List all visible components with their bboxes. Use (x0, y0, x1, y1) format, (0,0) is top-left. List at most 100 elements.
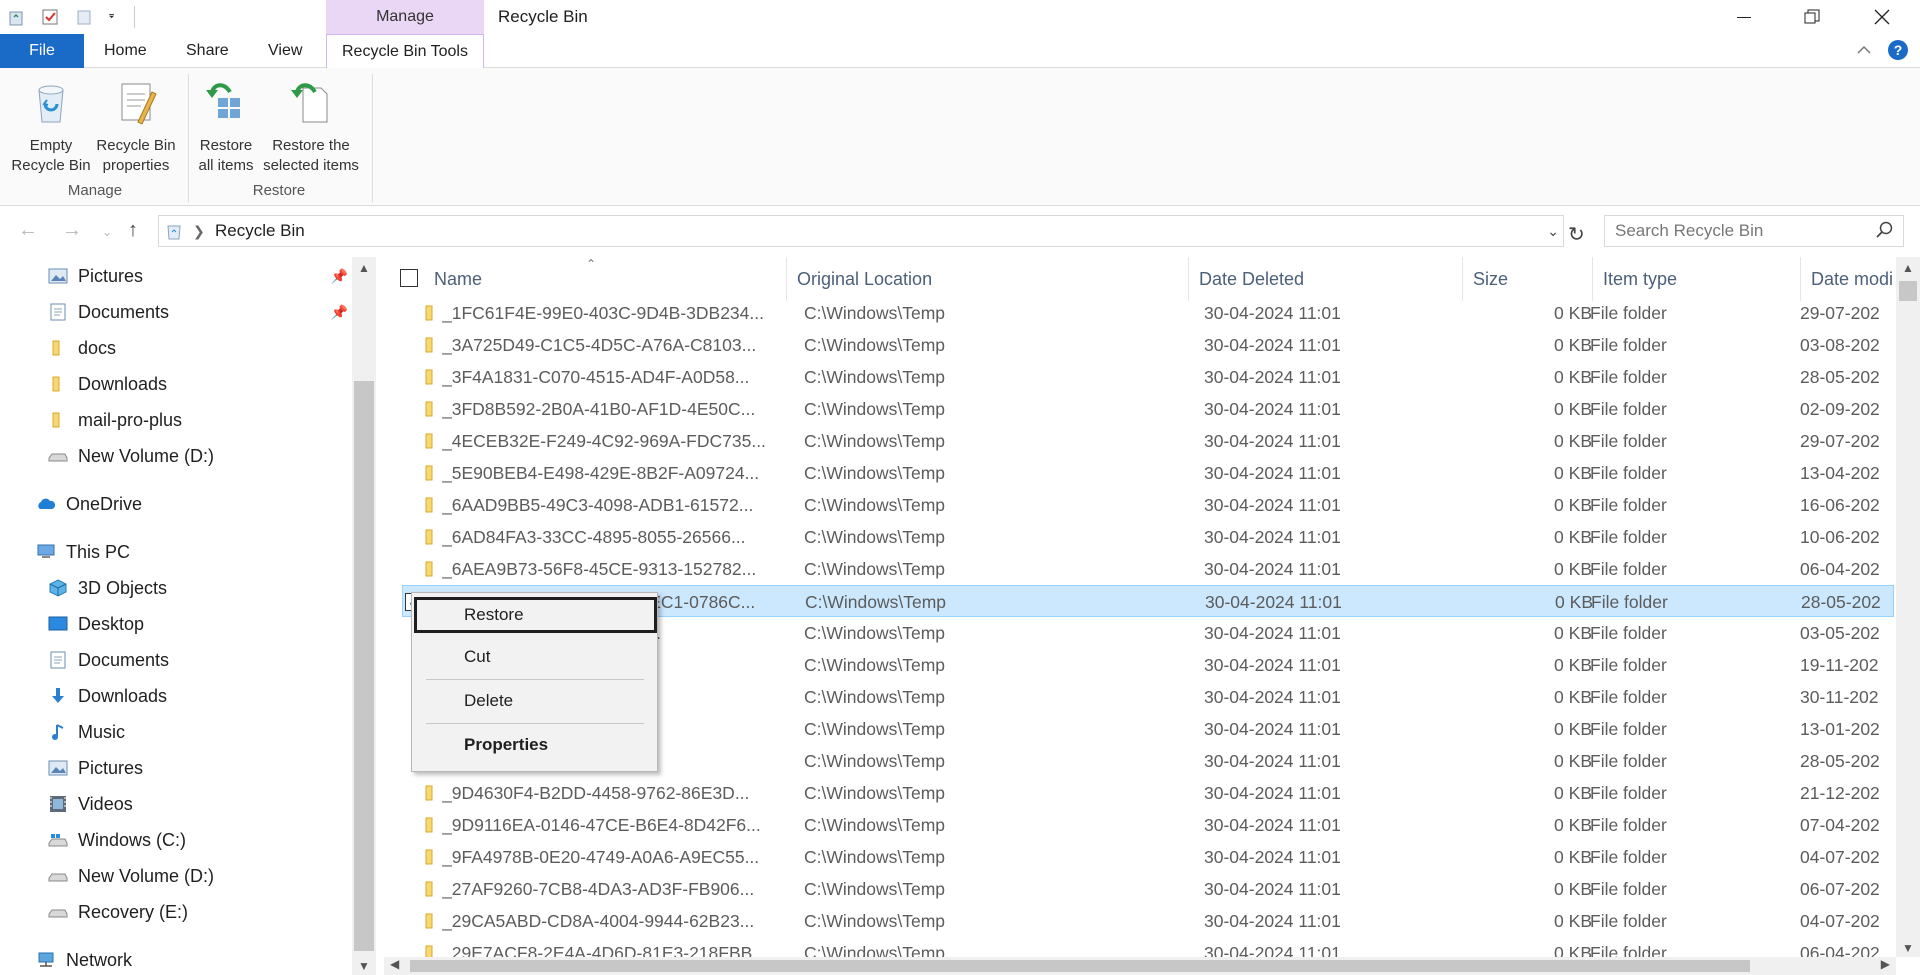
nav-item-new-volume-d-quick[interactable]: New Volume (D:) (48, 439, 378, 473)
table-row[interactable]: _9FA4978B-0E20-4749-A0A6-A9EC55... C:\Win… (402, 841, 1894, 873)
table-row[interactable]: _3F4A1831-C070-4515-AD4F-A0D58... C:\Wind… (402, 361, 1894, 393)
refresh-icon[interactable]: ↻ (1568, 222, 1585, 247)
collapse-ribbon-chevron-icon[interactable] (1856, 44, 1872, 56)
table-row[interactable]: _3A725D49-C1C5-4D5C-A76A-C8103... C:\Wind… (402, 329, 1894, 361)
minimize-button[interactable] (1714, 0, 1774, 34)
nav-item-documents[interactable]: Documents (48, 643, 378, 677)
column-header-item-type[interactable]: Item type (1592, 257, 1800, 301)
restore-selected-items-button[interactable]: Restore the selected items (258, 78, 364, 176)
cell-name: _29CA5ABD-CD8A-4004-9944-62B23... (442, 911, 755, 931)
table-row[interactable]: _1FC61F4E-99E0-403C-9D4B-3DB234... C:\Win… (402, 297, 1894, 329)
table-row[interactable]: _29CA5ABD-CD8A-4004-9944-62B23... C:\Wind… (402, 905, 1894, 937)
nav-item-pictures-pinned[interactable]: Pictures 📌 (48, 259, 352, 293)
recent-locations-chevron-icon[interactable]: ⌄ (102, 225, 112, 239)
nav-item-new-volume-d[interactable]: New Volume (D:) (48, 859, 378, 893)
nav-item-recovery-e[interactable]: Recovery (E:) (48, 895, 378, 929)
scroll-down-arrow-icon[interactable]: ▼ (1902, 941, 1914, 955)
table-row[interactable]: _5E90BEB4-E498-429E-8B2F-A09724... C:\Win… (402, 457, 1894, 489)
close-window-button[interactable] (1852, 0, 1912, 34)
tab-view[interactable]: View (254, 34, 316, 68)
nav-item-windows-c[interactable]: Windows (C:) (48, 823, 378, 857)
breadcrumb-chevron-icon[interactable]: ❯ (193, 216, 205, 246)
forward-arrow-icon[interactable]: → (62, 219, 82, 242)
nav-item-onedrive[interactable]: OneDrive (36, 487, 378, 521)
cell-date-modified: 06-07-202 (1800, 879, 1880, 899)
address-bar[interactable]: ❯ Recycle Bin ⌄ (158, 215, 1564, 247)
scroll-left-arrow-icon[interactable]: ◀ (390, 957, 399, 971)
table-row[interactable]: _9D9116EA-0146-47CE-B6E4-8D42F6... C:\Win… (402, 809, 1894, 841)
cell-original-location: C:\Windows\Temp (805, 592, 947, 612)
nav-item-docs[interactable]: docs (48, 331, 378, 365)
select-all-checkbox[interactable] (400, 269, 418, 287)
pin-icon[interactable]: 📌 (331, 304, 348, 321)
table-row[interactable]: _6AAD9BB5-49C3-4098-ADB1-61572... C:\Wind… (402, 489, 1894, 521)
search-box[interactable]: Search Recycle Bin (1604, 215, 1904, 247)
search-icon (1876, 221, 1893, 238)
properties-check-icon[interactable] (40, 7, 60, 27)
menu-item-delete[interactable]: Delete (414, 683, 657, 719)
column-headers: ⌃ Name Original Location Date Deleted Si… (384, 257, 1894, 301)
up-arrow-icon[interactable]: ↑ (128, 219, 138, 242)
help-icon[interactable]: ? (1888, 40, 1908, 60)
scrollbar-thumb[interactable] (410, 960, 1750, 972)
column-header-name[interactable]: Name (424, 257, 670, 301)
nav-item-videos[interactable]: Videos (48, 787, 378, 821)
nav-item-this-pc[interactable]: This PC (36, 535, 378, 569)
tab-file[interactable]: File (0, 34, 84, 68)
table-row[interactable]: _27AF9260-7CB8-4DA3-AD3F-FB906... C:\Wind… (402, 873, 1894, 905)
menu-item-properties[interactable]: Properties (414, 727, 657, 763)
nav-item-music[interactable]: Music (48, 715, 378, 749)
file-list-horizontal-scrollbar[interactable]: ◀ ▶ (384, 957, 1896, 975)
file-list-scrollbar[interactable]: ▲ ▼ (1896, 257, 1920, 957)
documents-icon (50, 651, 66, 669)
back-arrow-icon[interactable]: ← (18, 219, 38, 242)
column-header-date-deleted[interactable]: Date Deleted (1188, 257, 1454, 301)
recycle-bin-properties-button[interactable]: Recycle Bin properties (92, 78, 180, 176)
restore-all-items-button[interactable]: Restore all items (192, 78, 260, 176)
new-folder-qat-icon[interactable] (74, 7, 94, 27)
scroll-up-arrow-icon[interactable]: ▲ (358, 261, 370, 275)
column-header-original-location[interactable]: Original Location (786, 257, 1188, 301)
nav-item-downloads-folder[interactable]: Downloads (48, 367, 378, 401)
scroll-down-arrow-icon[interactable]: ▼ (358, 959, 370, 973)
cell-name: _1FC61F4E-99E0-403C-9D4B-3DB234... (442, 303, 764, 323)
cell-date-modified: 28-05-202 (1800, 751, 1880, 771)
folder-icon (425, 561, 433, 577)
pin-icon[interactable]: 📌 (331, 268, 348, 285)
folder-icon (425, 945, 433, 957)
breadcrumb-path[interactable]: Recycle Bin (215, 216, 305, 246)
cell-original-location: C:\Windows\Temp (804, 431, 946, 451)
tab-home[interactable]: Home (90, 34, 161, 68)
address-dropdown-chevron-icon[interactable]: ⌄ (1547, 216, 1559, 246)
table-row[interactable]: _6AEA9B73-56F8-45CE-9313-152782... C:\Win… (402, 553, 1894, 585)
column-header-date-modified[interactable]: Date modi (1800, 257, 1894, 301)
empty-recycle-bin-button[interactable]: Empty Recycle Bin (6, 78, 96, 176)
nav-item-documents-pinned[interactable]: Documents 📌 (48, 295, 352, 329)
tab-share[interactable]: Share (172, 34, 243, 68)
nav-item-network[interactable]: Network (36, 943, 378, 975)
menu-item-cut[interactable]: Cut (414, 639, 657, 675)
tab-recycle-bin-tools[interactable]: Recycle Bin Tools (326, 34, 484, 69)
folder-icon (425, 913, 433, 929)
menu-item-restore[interactable]: Restore (414, 597, 657, 633)
nav-item-mail-pro-plus[interactable]: mail-pro-plus (48, 403, 378, 437)
folder-icon (52, 376, 60, 392)
nav-item-3d-objects[interactable]: 3D Objects (48, 571, 378, 605)
nav-item-downloads[interactable]: Downloads (48, 679, 378, 713)
column-header-size[interactable]: Size (1462, 257, 1592, 301)
scrollbar-thumb[interactable] (354, 381, 374, 951)
nav-item-desktop[interactable]: Desktop (48, 607, 378, 641)
nav-pane-scrollbar[interactable]: ▲ ▼ (352, 257, 376, 975)
scroll-up-arrow-icon[interactable]: ▲ (1902, 261, 1914, 275)
customize-qat-chevron-icon[interactable] (108, 7, 120, 27)
scrollbar-thumb[interactable] (1899, 281, 1917, 301)
table-row[interactable]: _9D4630F4-B2DD-4458-9762-86E3D... C:\Wind… (402, 777, 1894, 809)
nav-item-pictures[interactable]: Pictures (48, 751, 378, 785)
table-row[interactable]: _6AD84FA3-33CC-4895-8055-26566... C:\Wind… (402, 521, 1894, 553)
scroll-right-arrow-icon[interactable]: ▶ (1881, 957, 1890, 971)
table-row[interactable]: _4ECEB32E-F249-4C92-969A-FDC735... C:\Win… (402, 425, 1894, 457)
table-row[interactable]: _3FD8B592-2B0A-41B0-AF1D-4E50C... C:\Wind… (402, 393, 1894, 425)
restore-window-button[interactable] (1782, 0, 1842, 34)
table-row[interactable]: _29E7ACF8-2E4A-4D6D-81E3-218FBB... C:\Win… (402, 937, 1894, 957)
cell-size: 0 KB (1555, 592, 1593, 612)
